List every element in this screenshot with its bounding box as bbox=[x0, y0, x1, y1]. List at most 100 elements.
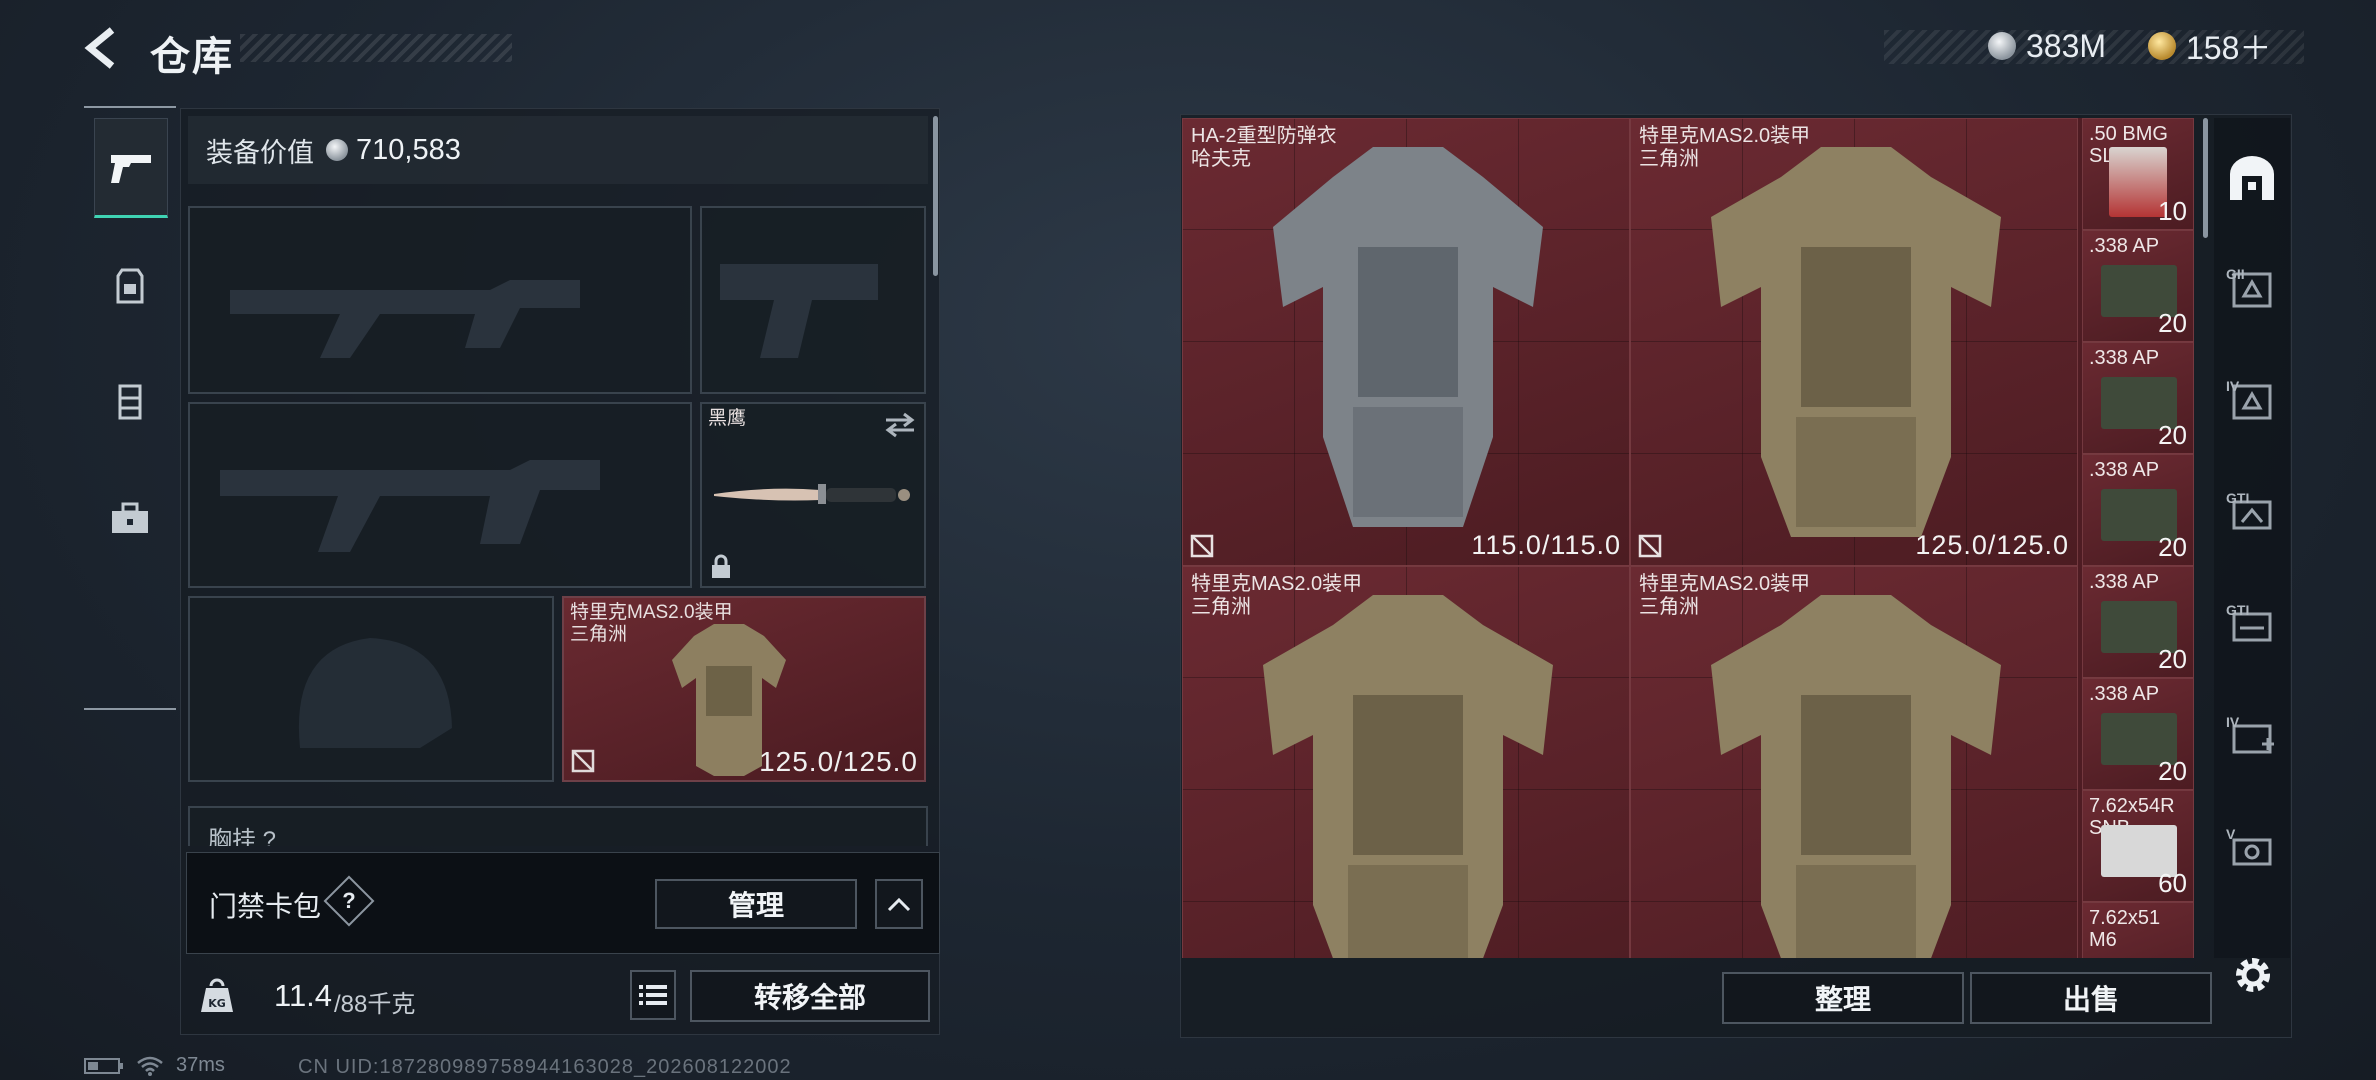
status-bar: 37ms bbox=[84, 1054, 225, 1077]
list-view-button[interactable] bbox=[630, 970, 676, 1020]
armor-slot[interactable]: 特里克MAS2.0装甲 三角洲 125.0/125.0 bbox=[562, 596, 926, 782]
title-decoration bbox=[240, 34, 512, 62]
safehouse-icon bbox=[2230, 156, 2274, 200]
armor-image-camo bbox=[1711, 595, 2001, 958]
gear-icon bbox=[2236, 958, 2270, 992]
armor-image-camo bbox=[1711, 147, 2001, 537]
ammo-name: 7.62x51 M6 bbox=[2089, 907, 2161, 951]
item-durability: 125.0/125.0 bbox=[1915, 530, 2069, 560]
sort-button[interactable]: 整理 bbox=[1722, 972, 1964, 1024]
left-nav bbox=[84, 106, 176, 712]
svg-text:KG: KG bbox=[208, 997, 226, 1010]
helmet-slot[interactable] bbox=[188, 596, 554, 782]
container-label: IV bbox=[2226, 714, 2240, 730]
uid-text: CN UID:187280989758944163028_20260812200… bbox=[298, 1056, 792, 1078]
transfer-all-button[interactable]: 转移全部 bbox=[690, 970, 930, 1022]
item-name-line2: 哈夫克 bbox=[1191, 148, 1251, 170]
knife-image bbox=[714, 484, 910, 504]
ammo-item-5[interactable]: .338 AP 20 bbox=[2082, 566, 2194, 678]
container-tab-iv[interactable]: IV bbox=[2222, 372, 2282, 432]
keycard-label: 门禁卡包 bbox=[209, 891, 322, 922]
storage-item-2[interactable]: 特里克MAS2.0装甲 三角洲 125.0/125.0 bbox=[1630, 118, 2078, 566]
manage-button[interactable]: 管理 bbox=[655, 879, 857, 929]
armor-slot-durability: 125.0/125.0 bbox=[759, 746, 918, 777]
helmet-placeholder-icon bbox=[298, 638, 452, 748]
ammo-count: 20 bbox=[2158, 308, 2187, 338]
expand-button[interactable] bbox=[875, 879, 923, 929]
container-sidebar: GII IV GTI GTI IV V bbox=[2214, 118, 2290, 958]
knife-name: 黑鹰 bbox=[708, 408, 747, 429]
secondary-weapon-slot[interactable] bbox=[188, 402, 692, 588]
rifle-placeholder-icon-2 bbox=[220, 460, 600, 552]
nav-item-chest-rig[interactable] bbox=[94, 354, 166, 450]
container-tab-gii[interactable]: GII bbox=[2222, 260, 2282, 320]
weight-bar: KG 11.4 /88千克 转移全部 bbox=[186, 958, 938, 1034]
ammo-name: .338 AP bbox=[2089, 571, 2160, 593]
ammo-item-1[interactable]: .50 BMG SLAP 10 bbox=[2082, 118, 2194, 230]
container-label: IV bbox=[2226, 378, 2240, 394]
ammo-item-7[interactable]: 7.62x54R SNB 60 bbox=[2082, 790, 2194, 902]
unrepairable-icon bbox=[1190, 534, 1214, 558]
safehouse-tab[interactable] bbox=[2222, 148, 2282, 208]
ammo-count: 20 bbox=[2158, 532, 2187, 562]
storage-scrollbar[interactable] bbox=[2203, 118, 2208, 238]
storage-item-3[interactable]: 特里克MAS2.0装甲 三角洲 bbox=[1182, 566, 1630, 958]
gold-currency-value: 158＋ bbox=[2186, 30, 2272, 66]
gold-coin-icon bbox=[2148, 32, 2176, 60]
swap-icon[interactable] bbox=[884, 412, 916, 438]
item-durability: 115.0/115.0 bbox=[1471, 530, 1621, 560]
container-tab-gti[interactable]: GTI bbox=[2222, 484, 2282, 544]
silver-currency: 383M bbox=[1988, 28, 2106, 64]
back-button[interactable] bbox=[82, 26, 126, 70]
keycard-bar: 门禁卡包 ? 管理 bbox=[186, 852, 940, 954]
melee-slot[interactable]: 黑鹰 bbox=[700, 402, 926, 588]
armor-image-gray bbox=[1273, 147, 1543, 527]
equipment-value-label: 装备价值 bbox=[206, 137, 314, 168]
ammo-item-6[interactable]: .338 AP 20 bbox=[2082, 678, 2194, 790]
settings-button[interactable] bbox=[2228, 950, 2278, 1000]
help-icon: ? bbox=[342, 888, 356, 913]
equipment-value: 710,583 bbox=[356, 133, 461, 166]
nav-item-backpack[interactable] bbox=[94, 238, 166, 334]
weight-current: 11.4 bbox=[274, 978, 333, 1013]
container-label: GTI bbox=[2226, 490, 2250, 506]
weight-icon: KG bbox=[201, 978, 233, 1012]
nav-item-toolbox[interactable] bbox=[94, 470, 166, 566]
storage-item-1[interactable]: HA-2重型防弹衣 哈夫克 115.0/115.0 bbox=[1182, 118, 1630, 566]
pistol-icon bbox=[111, 155, 151, 183]
pistol-placeholder-icon bbox=[720, 264, 878, 358]
silver-currency-value: 383M bbox=[2026, 27, 2107, 64]
back-arrow-icon bbox=[84, 27, 115, 69]
primary-weapon-slot[interactable] bbox=[188, 206, 692, 394]
gold-currency[interactable]: 158＋ bbox=[2148, 28, 2271, 66]
ammo-count: 20 bbox=[2158, 644, 2187, 674]
ammo-item-8[interactable]: 7.62x51 M6 bbox=[2082, 902, 2194, 958]
ammo-name: .338 AP bbox=[2089, 235, 2160, 257]
chest-rig-section[interactable]: 胸挂 ? bbox=[188, 806, 928, 846]
wifi-icon bbox=[137, 1056, 163, 1076]
ammo-count: 20 bbox=[2158, 756, 2187, 786]
ping-value: 37ms bbox=[176, 1054, 225, 1076]
ammo-count: 20 bbox=[2158, 420, 2187, 450]
ammo-name: .338 AP bbox=[2089, 347, 2160, 369]
chevron-up-icon bbox=[887, 897, 911, 912]
silver-coin-icon bbox=[1988, 32, 2016, 60]
sidearm-slot[interactable] bbox=[700, 206, 926, 394]
ammo-item-2[interactable]: .338 AP 20 bbox=[2082, 230, 2194, 342]
ammo-name: .338 AP bbox=[2089, 683, 2160, 705]
backpack-icon bbox=[116, 268, 144, 304]
container-label: GII bbox=[2226, 266, 2245, 282]
equipment-scrollbar[interactable] bbox=[933, 116, 938, 276]
ammo-count: 60 bbox=[2158, 868, 2187, 898]
nav-item-weapons[interactable] bbox=[94, 118, 168, 218]
container-tab-v[interactable]: V bbox=[2222, 820, 2282, 880]
ammo-item-3[interactable]: .338 AP 20 bbox=[2082, 342, 2194, 454]
ammo-name: .338 AP bbox=[2089, 459, 2160, 481]
sell-button[interactable]: 出售 bbox=[1970, 972, 2212, 1024]
container-label: GTI bbox=[2226, 602, 2250, 618]
page-title: 仓库 bbox=[150, 35, 234, 79]
ammo-item-4[interactable]: .338 AP 20 bbox=[2082, 454, 2194, 566]
container-tab-gti-2[interactable]: GTI bbox=[2222, 596, 2282, 656]
container-tab-iv-add[interactable]: IV bbox=[2222, 708, 2282, 768]
storage-item-4[interactable]: 特里克MAS2.0装甲 三角洲 bbox=[1630, 566, 2078, 958]
